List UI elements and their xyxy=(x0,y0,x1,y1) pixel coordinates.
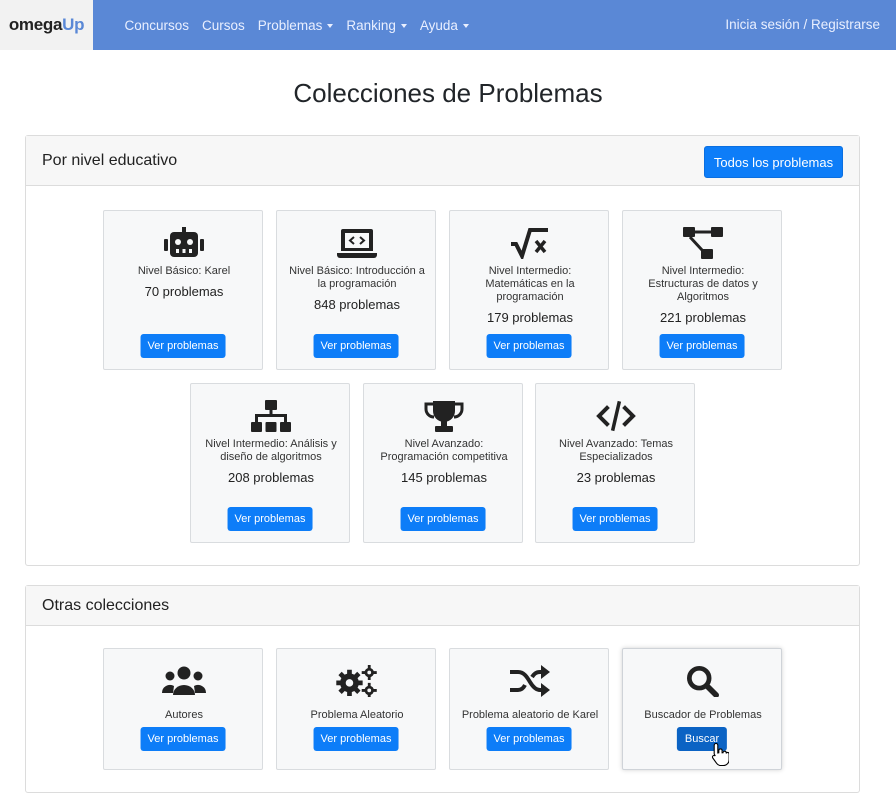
card-label: Nivel Intermedio: Matemáticas en la prog… xyxy=(485,265,575,303)
card-label: Nivel Básico: Karel xyxy=(137,265,231,277)
view-problems-button[interactable]: Ver problemas xyxy=(313,334,399,358)
educational-level-title: Por nivel educativo xyxy=(42,152,178,169)
nav-dropdown-problemas[interactable]: Problemas xyxy=(258,18,334,33)
collection-card-random-karel: Problema aleatorio de Karel Ver problema… xyxy=(449,648,609,770)
nav-dropdown-problemas-label: Problemas xyxy=(257,17,323,33)
project-diagram-icon xyxy=(623,227,783,259)
collection-card-intro-programming: Nivel Básico: Introducción a la programa… xyxy=(276,210,436,370)
logo-text-omega: omega xyxy=(8,15,63,34)
trophy-icon xyxy=(364,400,524,432)
view-problems-button[interactable]: Ver problemas xyxy=(140,334,226,358)
page-title: Colecciones de Problemas xyxy=(293,78,603,108)
card-label: Nivel Intermedio: Análisis y diseño de a… xyxy=(205,438,337,463)
collection-card-karel: Nivel Básico: Karel 70 problemas Ver pro… xyxy=(103,210,263,370)
laptop-code-icon xyxy=(277,227,437,259)
collection-card-problem-search: Buscador de Problemas Buscar xyxy=(622,648,782,770)
view-problems-button[interactable]: Ver problemas xyxy=(227,507,313,531)
view-problems-button[interactable]: Ver problemas xyxy=(486,727,572,751)
top-navbar: omegaUp Concursos Cursos Problemas Ranki… xyxy=(0,0,896,50)
cogs-icon xyxy=(277,665,437,697)
nav-dropdown-ayuda[interactable]: Ayuda xyxy=(420,18,469,33)
educational-level-header: Por nivel educativo Todos los problemas xyxy=(26,136,859,186)
card-label: Problema aleatorio de Karel xyxy=(461,709,599,721)
caret-down-icon xyxy=(327,23,334,28)
nav-link-concursos[interactable]: Concursos xyxy=(125,18,190,33)
view-problems-button[interactable]: Ver problemas xyxy=(400,507,486,531)
logo[interactable]: omegaUp xyxy=(0,0,93,50)
problem-count: 848 problemas xyxy=(314,297,400,312)
caret-down-icon xyxy=(400,23,407,28)
collection-card-data-structures: Nivel Intermedio: Estructuras de datos y… xyxy=(622,210,782,370)
problem-count: 23 problemas xyxy=(576,470,656,485)
search-icon xyxy=(623,665,783,697)
nav-dropdown-ranking-label: Ranking xyxy=(346,17,396,33)
card-label: Nivel Avanzado: Programación competitiva xyxy=(380,438,508,463)
collection-card-random-problem: Problema Aleatorio Ver problemas xyxy=(276,648,436,770)
nav-dropdown-ayuda-label: Ayuda xyxy=(419,17,458,33)
logo-text-up: Up xyxy=(62,15,85,34)
all-problems-button[interactable]: Todos los problemas xyxy=(704,146,843,178)
other-collections-panel: Otras colecciones Autores Ver problemas … xyxy=(25,585,860,793)
problem-count: 221 problemas xyxy=(660,310,746,325)
educational-level-panel: Por nivel educativo Todos los problemas … xyxy=(25,135,860,566)
sitemap-icon xyxy=(191,400,351,432)
problem-count: 179 problemas xyxy=(487,310,573,325)
nav-link-cursos[interactable]: Cursos xyxy=(202,18,245,33)
card-label: Nivel Intermedio: Estructuras de datos y… xyxy=(648,265,758,303)
nav-dropdown-ranking[interactable]: Ranking xyxy=(346,18,407,33)
card-label: Autores xyxy=(165,709,203,721)
view-problems-button[interactable]: Ver problemas xyxy=(313,727,399,751)
other-collections-title: Otras colecciones xyxy=(42,597,170,614)
card-label: Problema Aleatorio xyxy=(310,709,404,721)
code-icon xyxy=(536,400,696,432)
view-problems-button[interactable]: Ver problemas xyxy=(572,507,658,531)
nav-menu: Concursos Cursos Problemas Ranking Ayuda xyxy=(118,0,475,50)
view-problems-button[interactable]: Ver problemas xyxy=(486,334,572,358)
collection-card-specialized-topics: Nivel Avanzado: Temas Especializados 23 … xyxy=(535,383,695,543)
view-problems-button[interactable]: Ver problemas xyxy=(659,334,745,358)
caret-down-icon xyxy=(462,23,469,28)
card-label: Buscador de Problemas xyxy=(644,709,762,721)
square-root-icon xyxy=(450,227,610,259)
hand-pointer-cursor-icon xyxy=(711,742,729,766)
card-label: Nivel Básico: Introducción a la programa… xyxy=(289,265,425,290)
random-icon xyxy=(450,665,610,697)
collection-card-competitive-programming: Nivel Avanzado: Programación competitiva… xyxy=(363,383,523,543)
problem-count: 145 problemas xyxy=(401,470,487,485)
collection-card-algorithm-analysis: Nivel Intermedio: Análisis y diseño de a… xyxy=(190,383,350,543)
card-label: Nivel Avanzado: Temas Especializados xyxy=(559,438,673,463)
other-collections-header: Otras colecciones xyxy=(26,586,859,626)
collection-card-math: Nivel Intermedio: Matemáticas en la prog… xyxy=(449,210,609,370)
problem-count: 70 problemas xyxy=(144,284,224,299)
view-problems-button[interactable]: Ver problemas xyxy=(140,727,226,751)
users-icon xyxy=(104,665,264,697)
problem-count: 208 problemas xyxy=(228,470,314,485)
login-register-link[interactable]: Inicia sesión / Registrarse xyxy=(725,17,880,32)
collection-card-authors: Autores Ver problemas xyxy=(103,648,263,770)
robot-icon xyxy=(104,227,264,259)
